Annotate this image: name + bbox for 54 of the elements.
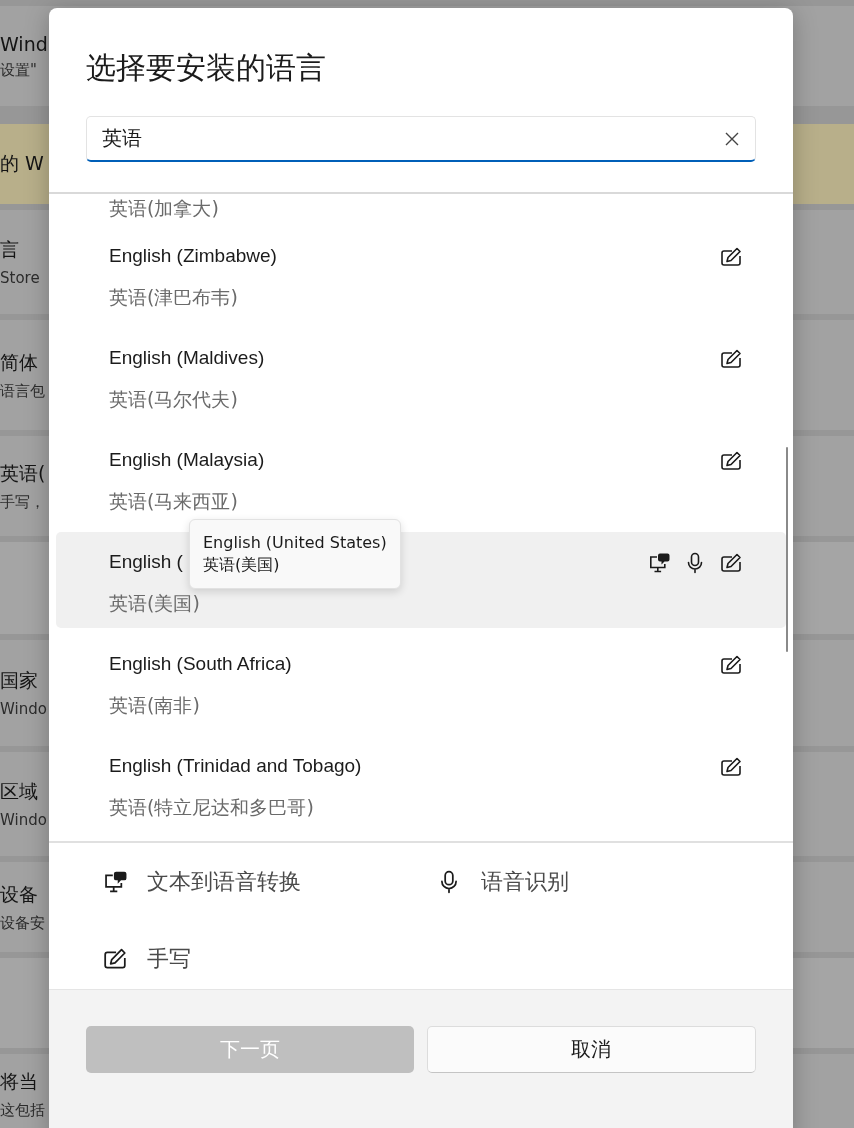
pen-box-icon — [720, 246, 742, 268]
language-native-name: 英语(马来西亚) — [109, 489, 238, 513]
tooltip-text: 英语(美国) — [203, 554, 281, 576]
language-name: English (Malaysia) — [109, 448, 265, 472]
language-item[interactable]: English (Malaysia) 英语(马来西亚) — [56, 430, 786, 526]
card-title: 简体 — [0, 349, 38, 375]
card-title: Wind — [0, 32, 48, 55]
card-title: 英语( — [0, 460, 46, 486]
banner-text: 的 W — [0, 151, 44, 176]
card-title: 将当 — [0, 1068, 38, 1094]
card-subtitle: Windo — [0, 700, 47, 718]
card-title: 国家 — [0, 668, 38, 693]
language-item[interactable]: English (Maldives) 英语(马尔代夫) — [56, 328, 786, 424]
language-name: English (Trinidad and Tobago) — [109, 754, 362, 778]
pen-box-icon — [720, 552, 742, 574]
language-native-name: 英语(加拿大) — [108, 196, 220, 221]
speech-monitor-icon — [103, 870, 127, 894]
card-subtitle: 手写， — [0, 492, 45, 512]
pen-box-icon — [103, 947, 127, 971]
language-name: English ( — [109, 550, 183, 574]
card-subtitle: 设备安 — [0, 913, 45, 933]
card-title: 区域 — [0, 779, 38, 804]
language-native-name: 英语(马尔代夫) — [109, 387, 238, 411]
card-subtitle: Windo — [0, 811, 47, 829]
pen-box-icon — [720, 654, 742, 676]
card-subtitle: 语言包 — [0, 381, 45, 401]
language-item[interactable]: English (South Africa) 英语(南非) — [56, 634, 786, 730]
legend-label: 文本到语音转换 — [147, 868, 301, 896]
pen-box-icon — [720, 756, 742, 778]
language-native-name: 英语(特立尼达和多巴哥) — [109, 795, 314, 819]
pen-box-icon — [720, 450, 742, 472]
close-icon[interactable] — [725, 132, 739, 146]
language-item[interactable]: English (Zimbabwe) 英语(津巴布韦) — [56, 226, 786, 322]
cancel-button[interactable]: 取消 — [426, 1026, 756, 1073]
tooltip-text: English (United States) — [203, 532, 387, 554]
language-item[interactable]: English (Trinidad and Tobago) 英语(特立尼达和多巴哥) — [56, 736, 786, 832]
legend-label: 手写 — [147, 945, 191, 973]
language-name: English (Maldives) — [109, 346, 265, 370]
card-title: 设备 — [0, 881, 38, 907]
search-field[interactable]: 英语 — [86, 116, 756, 162]
speech-monitor-icon — [648, 552, 670, 574]
language-native-name: 英语(南非) — [109, 693, 200, 717]
scrollbar[interactable] — [786, 447, 788, 652]
legend-label: 语音识别 — [481, 868, 569, 896]
card-subtitle: 这包括 — [0, 1100, 45, 1120]
language-name: English (South Africa) — [109, 652, 292, 676]
card-subtitle: Store — [0, 269, 40, 287]
language-name: English (Zimbabwe) — [109, 244, 277, 268]
card-subtitle: 设置" — [0, 60, 37, 80]
card-title: 言 — [0, 237, 19, 262]
dialog-title: 选择要安装的语言 — [86, 49, 327, 87]
language-native-name: 英语(美国) — [109, 591, 200, 615]
pen-box-icon — [720, 348, 742, 370]
language-native-name: 英语(津巴布韦) — [109, 285, 238, 309]
